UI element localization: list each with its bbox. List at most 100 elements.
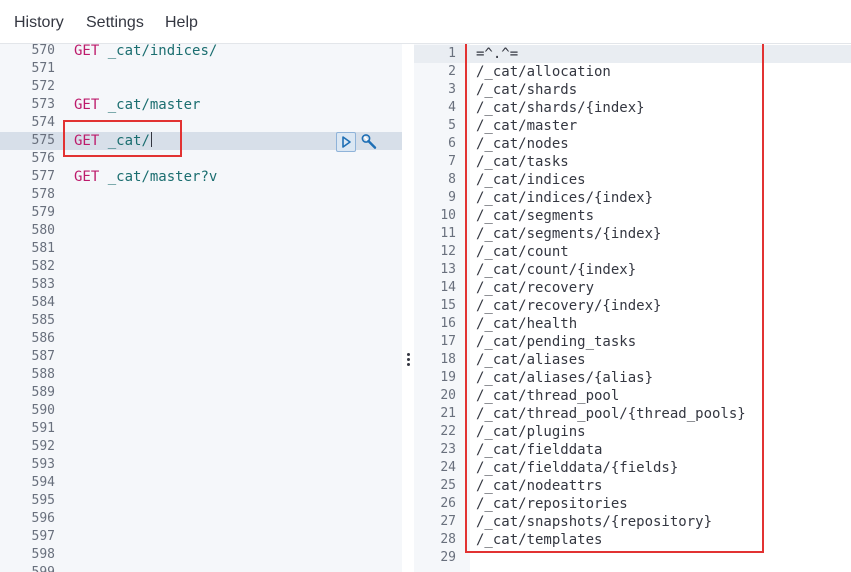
line-number: 586	[31, 331, 55, 346]
response-text: /_cat/shards	[476, 82, 578, 98]
request-line[interactable]: 586	[0, 330, 402, 348]
line-number: 571	[31, 61, 55, 76]
line-number: 1	[448, 46, 456, 61]
response-line: 24 /_cat/fielddata/{fields}	[414, 459, 851, 477]
request-line[interactable]: 579	[0, 204, 402, 222]
response-text: =^.^=	[476, 46, 519, 62]
request-line[interactable]: 587	[0, 348, 402, 366]
line-number: 594	[31, 475, 55, 490]
line-number: 578	[31, 187, 55, 202]
run-request-button[interactable]	[336, 132, 356, 152]
response-text: /_cat/aliases	[476, 352, 586, 368]
request-line[interactable]: 577 GET _cat/master?v	[0, 168, 402, 186]
request-path: _cat/master	[107, 97, 201, 113]
response-line: 25 /_cat/nodeattrs	[414, 477, 851, 495]
menu-history[interactable]: History	[14, 13, 64, 33]
line-number: 573	[31, 97, 55, 112]
response-line: 20 /_cat/thread_pool	[414, 387, 851, 405]
line-number: 593	[31, 457, 55, 472]
line-number: 11	[440, 226, 456, 241]
request-line[interactable]: 599	[0, 564, 402, 572]
line-number: 18	[440, 352, 456, 367]
request-line[interactable]: 593	[0, 456, 402, 474]
request-line[interactable]: 572	[0, 78, 402, 96]
line-number: 7	[448, 154, 456, 169]
line-number: 574	[31, 115, 55, 130]
request-line[interactable]: 580	[0, 222, 402, 240]
request-settings-button[interactable]	[359, 132, 379, 152]
request-line[interactable]: 581	[0, 240, 402, 258]
line-number: 590	[31, 403, 55, 418]
response-line: 18 /_cat/aliases	[414, 351, 851, 369]
response-line: 23 /_cat/fielddata	[414, 441, 851, 459]
line-number: 3	[448, 82, 456, 97]
request-line[interactable]: 598	[0, 546, 402, 564]
request-editor[interactable]: 570 GET _cat/indices/571 572 573 GET _cat/ma…	[0, 44, 402, 572]
request-line[interactable]: 582	[0, 258, 402, 276]
request-path: _cat/master?v	[107, 169, 218, 185]
request-line[interactable]: 589	[0, 384, 402, 402]
request-line[interactable]: 584	[0, 294, 402, 312]
response-text: /_cat/recovery	[476, 280, 595, 296]
request-line[interactable]: 595	[0, 492, 402, 510]
request-line[interactable]: 592	[0, 438, 402, 456]
response-text: /_cat/shards/{index}	[476, 100, 645, 116]
line-number: 581	[31, 241, 55, 256]
response-line: 11 /_cat/segments/{index}	[414, 225, 851, 243]
line-number: 21	[440, 406, 456, 421]
response-text: /_cat/pending_tasks	[476, 334, 637, 350]
request-line[interactable]: 590	[0, 402, 402, 420]
line-number: 23	[440, 442, 456, 457]
resize-handle[interactable]	[402, 351, 414, 367]
line-number: 12	[440, 244, 456, 259]
request-line[interactable]: 591	[0, 420, 402, 438]
line-number: 16	[440, 316, 456, 331]
response-line: 2 /_cat/allocation	[414, 63, 851, 81]
request-line[interactable]: 588	[0, 366, 402, 384]
request-line[interactable]: 573 GET _cat/master	[0, 96, 402, 114]
menu-help[interactable]: Help	[165, 13, 198, 33]
request-line[interactable]: 596	[0, 510, 402, 528]
line-number: 588	[31, 367, 55, 382]
line-number: 595	[31, 493, 55, 508]
request-line[interactable]: 585	[0, 312, 402, 330]
play-icon	[342, 136, 351, 148]
menu-settings[interactable]: Settings	[86, 13, 144, 33]
response-text: /_cat/master	[476, 118, 578, 134]
line-number: 579	[31, 205, 55, 220]
http-method: GET	[74, 97, 100, 113]
request-code: GET _cat/master	[74, 96, 200, 114]
line-number: 27	[440, 514, 456, 529]
line-number: 584	[31, 295, 55, 310]
line-number: 599	[0, 564, 55, 572]
response-text: /_cat/nodes	[476, 136, 569, 152]
response-line: 16 /_cat/health	[414, 315, 851, 333]
line-number: 14	[440, 280, 456, 295]
request-line[interactable]: 576	[0, 150, 402, 168]
line-number: 24	[440, 460, 456, 475]
line-number: 20	[440, 388, 456, 403]
request-line[interactable]: 574	[0, 114, 402, 132]
request-line[interactable]: 594	[0, 474, 402, 492]
line-number: 29	[440, 550, 456, 565]
response-text: /_cat/indices/{index}	[476, 190, 654, 206]
response-line: 15 /_cat/recovery/{index}	[414, 297, 851, 315]
request-line[interactable]: 570 GET _cat/indices/	[0, 44, 402, 60]
line-number: 587	[31, 349, 55, 364]
response-text: /_cat/templates	[476, 532, 603, 548]
request-line[interactable]: 583	[0, 276, 402, 294]
request-line[interactable]: 578	[0, 186, 402, 204]
request-lines: 570 GET _cat/indices/571 572 573 GET _cat/ma…	[0, 44, 402, 572]
response-text: /_cat/tasks	[476, 154, 569, 170]
response-text: /_cat/aliases/{alias}	[476, 370, 654, 386]
response-line: 14 /_cat/recovery	[414, 279, 851, 297]
line-number: 589	[31, 385, 55, 400]
request-line[interactable]: 571	[0, 60, 402, 78]
response-output[interactable]: 1 =^.^= 2 /_cat/allocation 3 /_cat/shards 4 /_c…	[414, 44, 851, 572]
line-number: 22	[440, 424, 456, 439]
response-line: 3 /_cat/shards	[414, 81, 851, 99]
response-text: /_cat/segments	[476, 208, 595, 224]
response-text: /_cat/snapshots/{repository}	[476, 514, 713, 530]
request-code: GET _cat/	[74, 132, 152, 150]
request-line[interactable]: 597	[0, 528, 402, 546]
